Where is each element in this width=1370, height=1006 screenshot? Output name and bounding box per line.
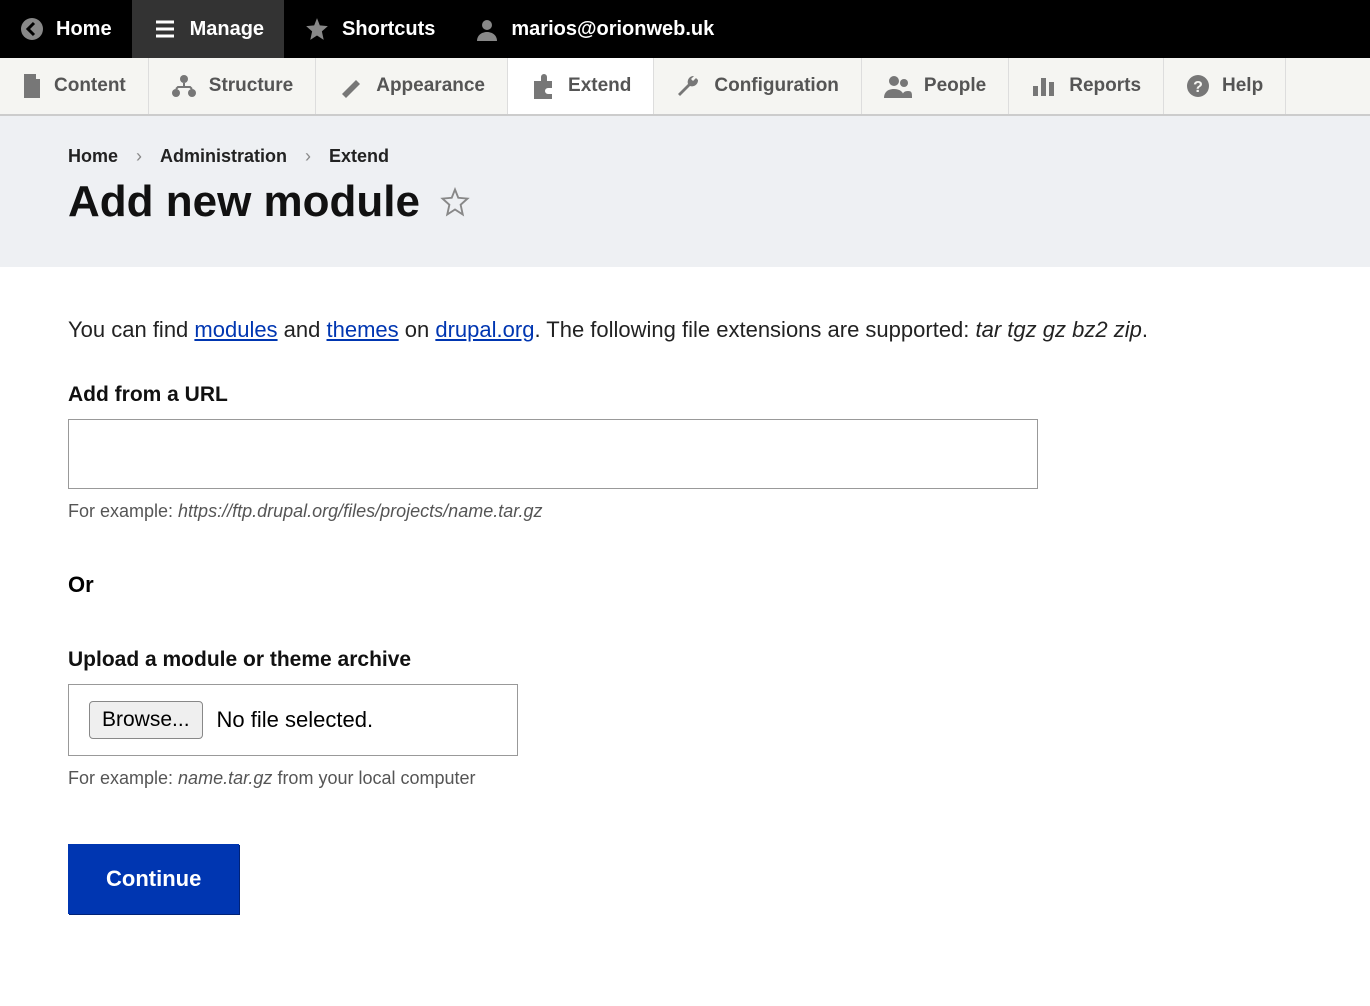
star-icon — [304, 16, 330, 42]
url-hint: For example: https://ftp.drupal.org/file… — [68, 501, 1302, 522]
menu-appearance-label: Appearance — [376, 75, 485, 97]
menu-configuration[interactable]: Configuration — [654, 58, 862, 114]
upload-field-label: Upload a module or theme archive — [68, 648, 1302, 672]
admin-menu: Content Structure Appearance Extend Conf… — [0, 58, 1370, 116]
menu-help-label: Help — [1222, 75, 1263, 97]
breadcrumb-administration[interactable]: Administration — [160, 146, 287, 167]
chevron-right-icon: › — [136, 146, 142, 167]
modules-link[interactable]: modules — [194, 317, 277, 342]
breadcrumb-extend[interactable]: Extend — [329, 146, 389, 167]
menu-people-label: People — [924, 75, 986, 97]
people-icon — [884, 74, 912, 98]
chevron-right-icon: › — [305, 146, 311, 167]
url-input[interactable] — [68, 419, 1038, 489]
breadcrumb: Home › Administration › Extend — [68, 146, 1302, 167]
structure-icon — [171, 74, 197, 98]
hamburger-icon — [152, 17, 178, 41]
intro-text: You can find modules and themes on drupa… — [68, 317, 1302, 343]
toolbar-shortcuts-label: Shortcuts — [342, 18, 435, 41]
help-icon: ? — [1186, 74, 1210, 98]
toolbar-home[interactable]: Home — [0, 0, 132, 58]
menu-content-label: Content — [54, 75, 126, 97]
file-icon — [22, 74, 42, 98]
continue-button[interactable]: Continue — [68, 844, 239, 914]
page-title: Add new module — [68, 177, 420, 227]
or-separator: Or — [68, 572, 1302, 598]
menu-structure-label: Structure — [209, 75, 293, 97]
breadcrumb-home[interactable]: Home — [68, 146, 118, 167]
user-icon — [475, 16, 499, 42]
back-icon — [20, 17, 44, 41]
menu-help[interactable]: ? Help — [1164, 58, 1286, 114]
menu-reports[interactable]: Reports — [1009, 58, 1164, 114]
supported-extensions: tar tgz gz bz2 zip — [976, 317, 1142, 342]
toolbar-home-label: Home — [56, 18, 112, 41]
browse-button[interactable]: Browse... — [89, 701, 203, 739]
menu-content[interactable]: Content — [0, 58, 149, 114]
toolbar-user-label: marios@orionweb.uk — [511, 18, 714, 41]
menu-people[interactable]: People — [862, 58, 1009, 114]
file-status: No file selected. — [217, 707, 374, 733]
toolbar-user[interactable]: marios@orionweb.uk — [455, 0, 734, 58]
upload-hint: For example: name.tar.gz from your local… — [68, 768, 1302, 789]
header-region: Home › Administration › Extend Add new m… — [0, 116, 1370, 267]
toolbar-manage-label: Manage — [190, 18, 264, 41]
wrench-icon — [676, 74, 702, 98]
chart-icon — [1031, 74, 1057, 98]
appearance-icon — [338, 74, 364, 98]
content: You can find modules and themes on drupa… — [0, 267, 1370, 964]
svg-text:?: ? — [1193, 79, 1203, 96]
favorite-star-icon[interactable] — [440, 187, 470, 217]
toolbar-manage[interactable]: Manage — [132, 0, 284, 58]
drupal-link[interactable]: drupal.org — [435, 317, 534, 342]
file-input-wrapper[interactable]: Browse... No file selected. — [68, 684, 518, 756]
menu-extend[interactable]: Extend — [508, 58, 654, 114]
themes-link[interactable]: themes — [327, 317, 399, 342]
menu-appearance[interactable]: Appearance — [316, 58, 508, 114]
menu-extend-label: Extend — [568, 75, 631, 97]
toolbar-shortcuts[interactable]: Shortcuts — [284, 0, 455, 58]
extend-icon — [530, 73, 556, 99]
url-field-label: Add from a URL — [68, 383, 1302, 407]
menu-configuration-label: Configuration — [714, 75, 839, 97]
menu-reports-label: Reports — [1069, 75, 1141, 97]
toolbar-primary: Home Manage Shortcuts marios@orionweb.uk — [0, 0, 1370, 58]
menu-structure[interactable]: Structure — [149, 58, 316, 114]
